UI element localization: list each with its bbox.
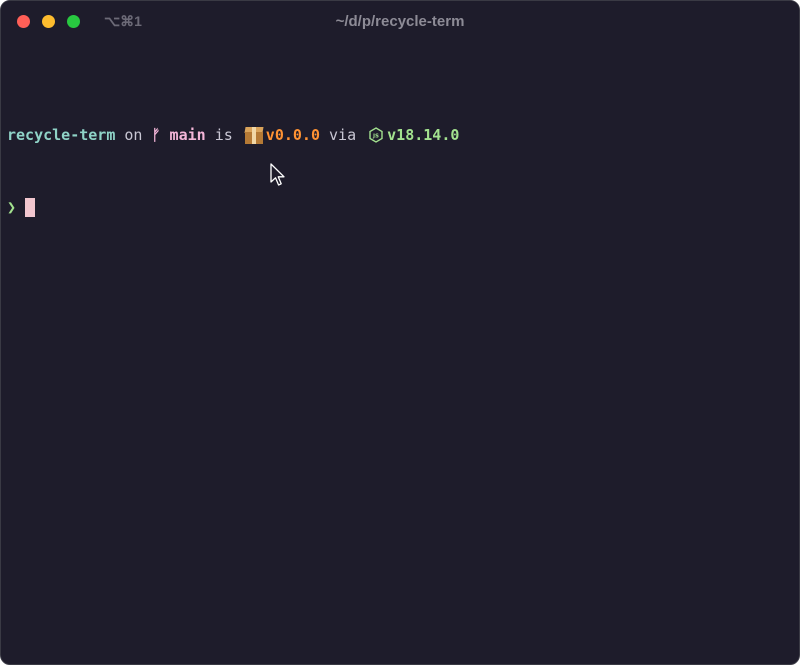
git-branch-icon: ᚠ	[151, 126, 161, 144]
nodejs-icon: JS	[369, 127, 383, 143]
window-title: ~/d/p/recycle-term	[335, 13, 465, 30]
package-version: v0.0.0	[265, 126, 320, 144]
svg-text:JS: JS	[372, 134, 379, 140]
prompt-info-line: recycle-term on ᚠ main is v0.0.0 via JS	[7, 123, 459, 147]
is-word: is	[214, 126, 233, 144]
on-word: on	[124, 126, 143, 144]
package-icon	[244, 125, 264, 145]
title-bar[interactable]: ⌥⌘1 ~/d/p/recycle-term	[1, 1, 799, 43]
via-word: via	[329, 126, 357, 144]
terminal-output[interactable]: recycle-term on ᚠ main is v0.0.0 via JS	[7, 75, 459, 267]
text-cursor	[25, 197, 36, 217]
terminal-window: ⌥⌘1 ~/d/p/recycle-term recycle-term on ᚠ…	[0, 0, 800, 665]
input-line[interactable]: ❯	[7, 195, 459, 219]
node-version: v18.14.0	[387, 126, 460, 144]
prompt-char: ❯	[7, 198, 17, 216]
current-directory: recycle-term	[7, 126, 116, 144]
git-branch-name: main	[169, 126, 206, 144]
mouse-pointer-icon	[270, 163, 285, 186]
